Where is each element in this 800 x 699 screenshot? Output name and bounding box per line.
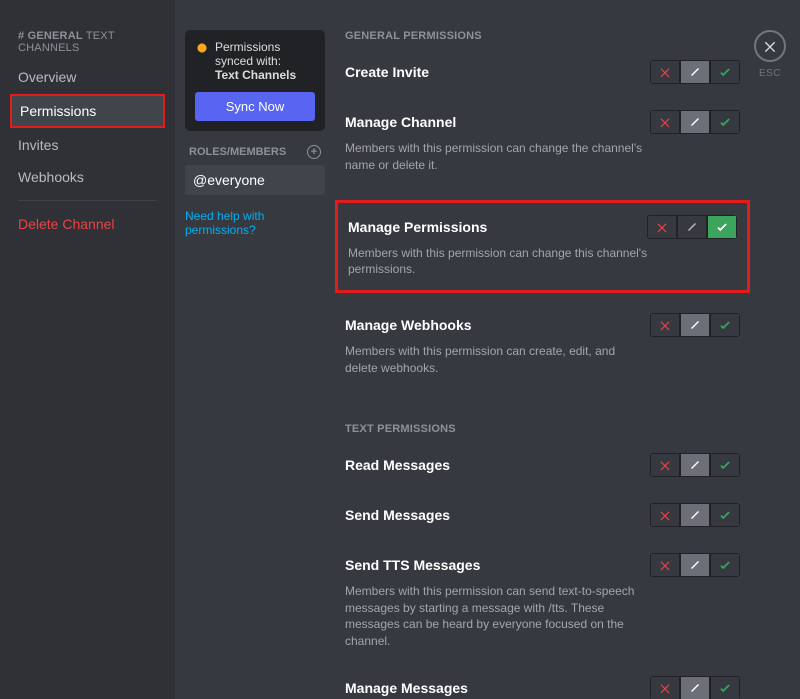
perm-label: Manage Channel bbox=[345, 114, 456, 130]
toggle-allow[interactable] bbox=[707, 215, 737, 239]
perm-desc: Members with this permission can create,… bbox=[345, 343, 645, 377]
perm-desc: Members with this permission can change … bbox=[345, 140, 645, 174]
perm-toggle bbox=[647, 215, 737, 239]
toggle-neutral[interactable] bbox=[680, 676, 710, 699]
highlight-box: Manage Permissions Members with this per… bbox=[335, 200, 750, 294]
sync-box: Permissions synced with: Text Channels S… bbox=[185, 30, 325, 131]
section-title-text: TEXT PERMISSIONS bbox=[345, 423, 740, 435]
perm-send-tts-messages: Send TTS Messages Members with this perm… bbox=[345, 553, 740, 650]
sidebar-item-invites[interactable]: Invites bbox=[10, 130, 165, 160]
toggle-allow[interactable] bbox=[710, 453, 740, 477]
perm-read-messages: Read Messages bbox=[345, 453, 740, 477]
sync-text: Permissions synced with: Text Channels bbox=[215, 40, 315, 82]
toggle-deny[interactable] bbox=[650, 676, 680, 699]
help-link[interactable]: Need help with permissions? bbox=[185, 209, 325, 237]
perm-manage-channel: Manage Channel Members with this permiss… bbox=[345, 110, 740, 174]
perm-label: Send TTS Messages bbox=[345, 557, 480, 573]
toggle-neutral[interactable] bbox=[680, 110, 710, 134]
perm-manage-messages: Manage Messages Members with this permis… bbox=[345, 676, 740, 699]
sidebar-header: # GENERAL TEXT CHANNELS bbox=[10, 30, 165, 62]
perm-label: Send Messages bbox=[345, 507, 450, 523]
sidebar-item-webhooks[interactable]: Webhooks bbox=[10, 162, 165, 192]
sidebar-item-delete-channel[interactable]: Delete Channel bbox=[10, 209, 165, 239]
main-panel: ESC GENERAL PERMISSIONS Create Invite Ma… bbox=[335, 0, 800, 699]
toggle-deny[interactable] bbox=[647, 215, 677, 239]
sync-now-button[interactable]: Sync Now bbox=[195, 92, 315, 121]
roles-header: ROLES/MEMBERS + bbox=[185, 145, 325, 165]
toggle-deny[interactable] bbox=[650, 553, 680, 577]
perm-send-messages: Send Messages bbox=[345, 503, 740, 527]
divider bbox=[18, 200, 157, 201]
add-role-icon[interactable]: + bbox=[307, 145, 321, 159]
toggle-neutral[interactable] bbox=[680, 503, 710, 527]
perm-create-invite: Create Invite bbox=[345, 60, 740, 84]
perm-label: Create Invite bbox=[345, 64, 429, 80]
warning-icon bbox=[195, 41, 209, 55]
toggle-allow[interactable] bbox=[710, 503, 740, 527]
section-title-general: GENERAL PERMISSIONS bbox=[345, 30, 740, 42]
toggle-deny[interactable] bbox=[650, 453, 680, 477]
toggle-deny[interactable] bbox=[650, 503, 680, 527]
perm-label: Manage Permissions bbox=[348, 219, 487, 235]
perm-label: Manage Messages bbox=[345, 680, 468, 696]
close-button[interactable] bbox=[754, 30, 786, 62]
toggle-deny[interactable] bbox=[650, 313, 680, 337]
toggle-allow[interactable] bbox=[710, 110, 740, 134]
toggle-deny[interactable] bbox=[650, 110, 680, 134]
perm-toggle bbox=[650, 453, 740, 477]
perm-toggle bbox=[650, 676, 740, 699]
toggle-neutral[interactable] bbox=[680, 60, 710, 84]
toggle-allow[interactable] bbox=[710, 553, 740, 577]
sidebar: # GENERAL TEXT CHANNELS Overview Permiss… bbox=[0, 0, 175, 699]
perm-toggle bbox=[650, 60, 740, 84]
perm-desc: Members with this permission can send te… bbox=[345, 583, 645, 650]
perm-desc: Members with this permission can change … bbox=[348, 245, 648, 279]
role-item-everyone[interactable]: @everyone bbox=[185, 165, 325, 195]
roles-column: Permissions synced with: Text Channels S… bbox=[175, 0, 335, 699]
sidebar-item-overview[interactable]: Overview bbox=[10, 62, 165, 92]
toggle-neutral[interactable] bbox=[680, 313, 710, 337]
toggle-neutral[interactable] bbox=[677, 215, 707, 239]
perm-toggle bbox=[650, 110, 740, 134]
perm-toggle bbox=[650, 553, 740, 577]
perm-label: Manage Webhooks bbox=[345, 317, 472, 333]
toggle-neutral[interactable] bbox=[680, 453, 710, 477]
perm-manage-webhooks: Manage Webhooks Members with this permis… bbox=[345, 313, 740, 377]
perm-toggle bbox=[650, 503, 740, 527]
perm-manage-permissions: Manage Permissions Members with this per… bbox=[348, 215, 737, 279]
toggle-neutral[interactable] bbox=[680, 553, 710, 577]
toggle-deny[interactable] bbox=[650, 60, 680, 84]
perm-label: Read Messages bbox=[345, 457, 450, 473]
sidebar-item-permissions[interactable]: Permissions bbox=[10, 94, 165, 128]
toggle-allow[interactable] bbox=[710, 676, 740, 699]
toggle-allow[interactable] bbox=[710, 313, 740, 337]
close-label: ESC bbox=[759, 68, 781, 79]
close-icon bbox=[762, 38, 778, 54]
perm-toggle bbox=[650, 313, 740, 337]
toggle-allow[interactable] bbox=[710, 60, 740, 84]
